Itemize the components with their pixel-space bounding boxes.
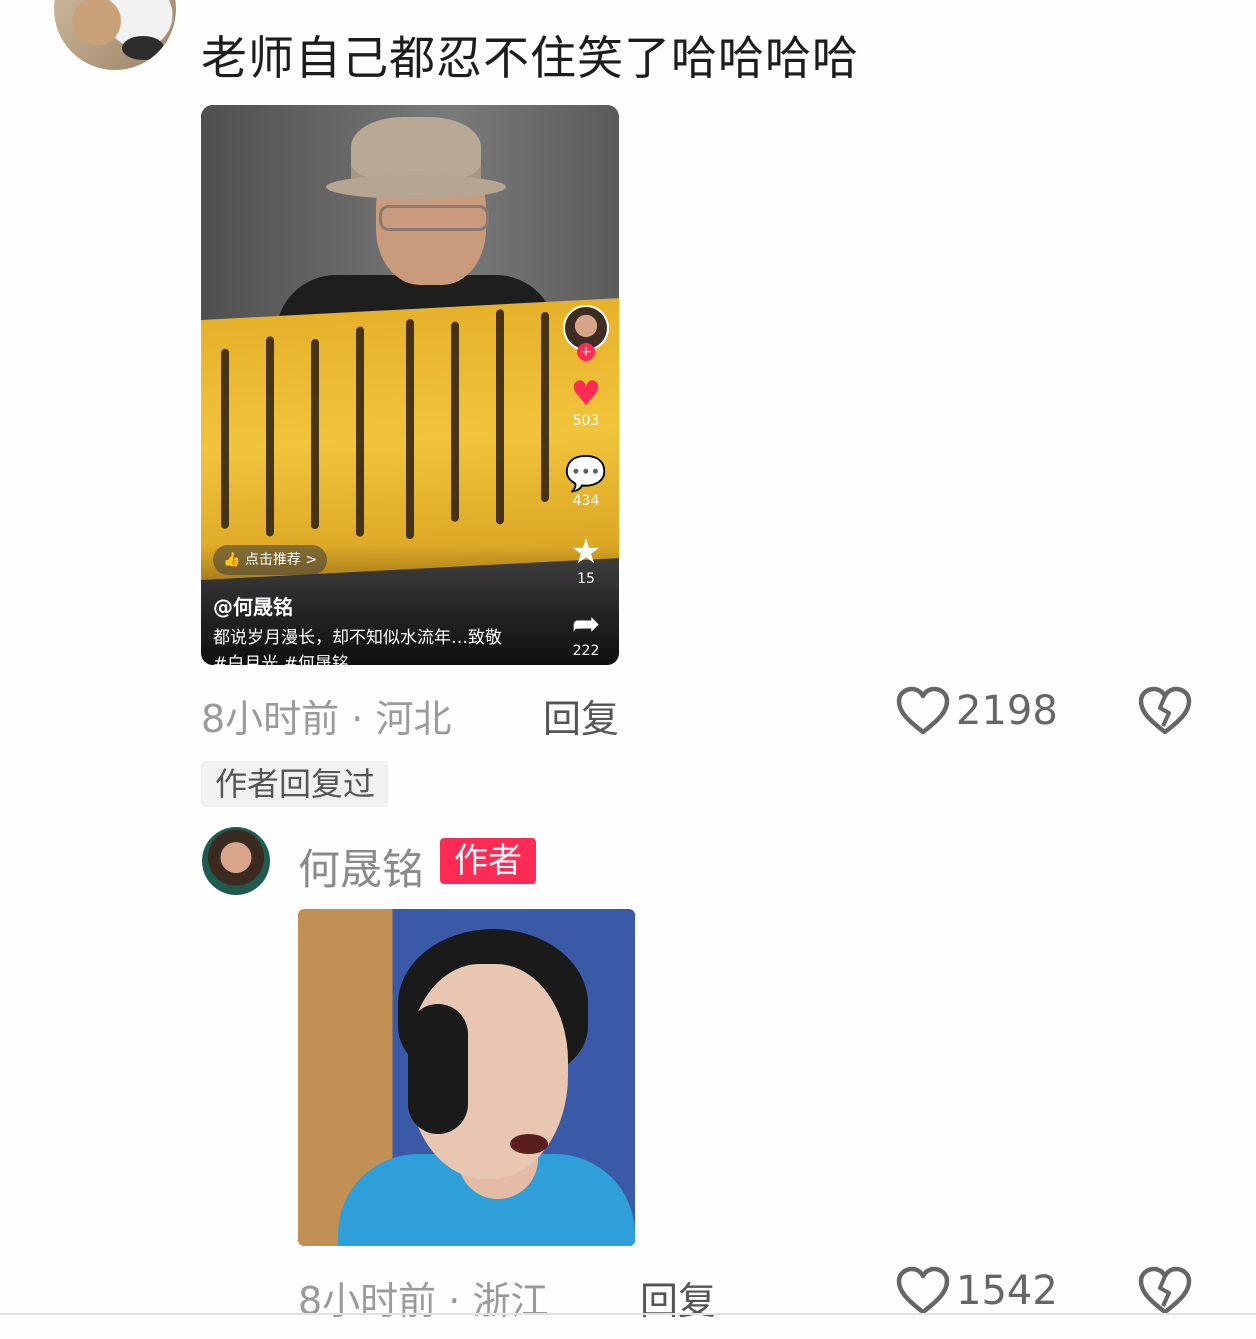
reply-location: 浙江 (472, 1279, 549, 1323)
reply-like-button[interactable]: 1542 (896, 1266, 1058, 1316)
comment-time: 8小时前 (201, 697, 340, 741)
thumbs-up-icon: 👍 (223, 552, 241, 568)
commenter-avatar[interactable] (54, 0, 176, 70)
meta-separator: · (351, 697, 376, 741)
broken-heart-icon (1138, 686, 1192, 735)
video-favorite-action[interactable]: ★ 15 (556, 533, 616, 587)
star-icon: ★ (570, 532, 602, 572)
reply-dislike-button[interactable] (1138, 1266, 1192, 1320)
video-comment-action[interactable]: 💬 434 (556, 455, 616, 509)
recommend-label: 点击推荐 > (244, 552, 318, 568)
heart-outline-icon (896, 686, 950, 735)
video-author-name[interactable]: @何晟铭 (213, 591, 293, 620)
video-favorite-count: 15 (577, 571, 595, 587)
comment-dislike-button[interactable] (1138, 686, 1192, 740)
author-badge: 作者 (440, 838, 536, 884)
video-like-action[interactable]: ♥ 503 (556, 375, 616, 429)
author-replied-tag: 作者回复过 (201, 761, 390, 807)
video-like-count: 503 (572, 413, 600, 429)
reply-author-name[interactable]: 何晟铭 (298, 836, 424, 897)
reply-time: 8小时前 (298, 1279, 437, 1323)
comment-meta: 8小时前 · 河北 (201, 688, 451, 743)
bucket-hat-brim (326, 175, 506, 199)
follow-plus-icon[interactable]: + (577, 343, 595, 361)
share-arrow-icon: ➦ (571, 604, 601, 644)
broken-heart-icon (1138, 1266, 1192, 1315)
glasses (379, 205, 489, 231)
comment-like-button[interactable]: 2198 (896, 686, 1058, 736)
divider (0, 1313, 1256, 1315)
heart-outline-icon (896, 1266, 950, 1315)
sticker-hair-side (408, 1004, 468, 1134)
comment-text: 老师自己都忍不住笑了哈哈哈哈 (201, 31, 859, 85)
reply-sticker-image[interactable] (298, 909, 635, 1246)
heart-icon: ♥ (570, 374, 602, 414)
video-share-count: 222 (572, 643, 600, 659)
reply-like-count: 1542 (956, 1268, 1058, 1314)
reply-author-avatar[interactable] (202, 827, 270, 895)
recommend-chip[interactable]: 👍 点击推荐 > (213, 545, 328, 575)
comment-like-count: 2198 (956, 688, 1058, 734)
reply-reply-button[interactable]: 回复 (640, 1270, 716, 1325)
video-comment-count: 434 (572, 493, 600, 509)
video-description: 都说岁月漫长，却不知似水流年…致敬 #白月光 #何晟铭 (213, 628, 502, 665)
video-card[interactable]: + ♥ 503 💬 434 ★ 15 ➦ 222 👍 点击推荐 > @何晟铭 都… (201, 105, 619, 665)
video-share-action[interactable]: ➦ 222 (556, 605, 616, 659)
sticker-mouth (510, 1134, 548, 1154)
meta-separator: · (448, 1279, 473, 1323)
comment-reply-button[interactable]: 回复 (543, 688, 619, 743)
reply-meta: 8小时前 · 浙江 (298, 1270, 548, 1325)
comment-bubble-icon: 💬 (564, 454, 608, 494)
comment-location: 河北 (375, 697, 452, 741)
